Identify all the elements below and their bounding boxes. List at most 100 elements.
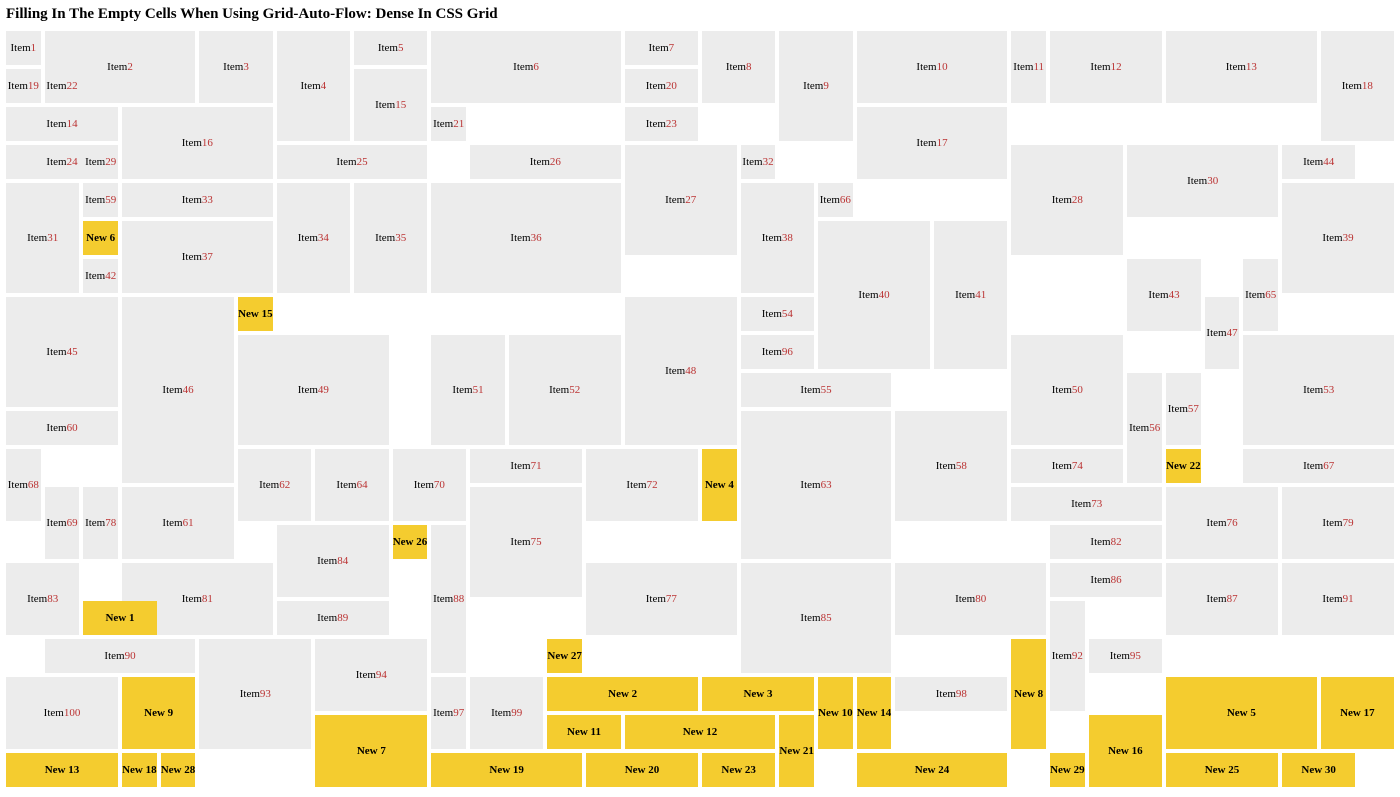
grid-item: Item 60 <box>6 411 118 445</box>
grid-item: Item 9 <box>779 31 852 141</box>
grid-item: Item 34 <box>277 183 350 293</box>
grid-item: Item 13 <box>1166 31 1317 103</box>
grid-item: Item 87 <box>1166 563 1278 635</box>
new-item: New 24 <box>857 753 1008 787</box>
grid-item: Item 96 <box>741 335 814 369</box>
grid-item: Item 83 <box>6 563 79 635</box>
grid-item: Item 18 <box>1321 31 1394 141</box>
grid-item: Item 100 <box>6 677 118 749</box>
grid-item: Item 21 <box>431 107 466 141</box>
new-item: New 14 <box>857 677 892 749</box>
grid-item: Item 8 <box>702 31 775 103</box>
grid-item: Item 54 <box>741 297 814 331</box>
grid-item: Item 94 <box>315 639 427 711</box>
grid-item: Item 36 <box>431 183 620 293</box>
grid-item: Item 39 <box>1282 183 1394 293</box>
grid-item: Item 72 <box>586 449 698 521</box>
grid-item: Item 53 <box>1243 335 1394 445</box>
new-item: New 15 <box>238 297 273 331</box>
grid-item: Item 10 <box>857 31 1008 103</box>
grid-item: Item 77 <box>586 563 737 635</box>
grid-item: Item 28 <box>1011 145 1123 255</box>
grid-item: Item 52 <box>509 335 621 445</box>
new-item: New 17 <box>1321 677 1394 749</box>
grid-item: Item 82 <box>1050 525 1162 559</box>
grid-item: Item 37 <box>122 221 273 293</box>
new-item: New 19 <box>431 753 582 787</box>
grid-item: Item 68 <box>6 449 41 521</box>
grid-item: Item 71 <box>470 449 582 483</box>
grid-item: Item 97 <box>431 677 466 749</box>
grid-item: Item 44 <box>1282 145 1355 179</box>
grid-item: Item 16 <box>122 107 273 179</box>
grid-item: Item 79 <box>1282 487 1394 559</box>
grid-item: Item 47 <box>1205 297 1240 369</box>
grid-item: Item 89 <box>277 601 389 635</box>
grid-item: Item 63 <box>741 411 892 559</box>
new-item: New 3 <box>702 677 814 711</box>
grid-item: Item 64 <box>315 449 388 521</box>
grid-item: Item 48 <box>625 297 737 445</box>
new-item: New 28 <box>161 753 196 787</box>
css-grid-demo: Item 1Item 2Item 3Item 4Item 5Item 6Item… <box>6 31 1394 787</box>
grid-item: Item 30 <box>1127 145 1278 217</box>
grid-item: Item 40 <box>818 221 930 369</box>
grid-item: Item 70 <box>393 449 466 521</box>
grid-item: Item 73 <box>1011 487 1162 521</box>
grid-item: Item 27 <box>625 145 737 255</box>
grid-item: Item 56 <box>1127 373 1162 483</box>
grid-item: Item 92 <box>1050 601 1085 711</box>
new-item: New 27 <box>547 639 582 673</box>
new-item: New 12 <box>625 715 776 749</box>
grid-item: Item 7 <box>625 31 698 65</box>
grid-item: Item 5 <box>354 31 427 65</box>
new-item: New 11 <box>547 715 620 749</box>
grid-item: Item 29 <box>83 145 118 179</box>
grid-item: Item 59 <box>83 183 118 217</box>
new-item: New 23 <box>702 753 775 787</box>
grid-item: Item 98 <box>895 677 1007 711</box>
grid-item: Item 26 <box>470 145 621 179</box>
grid-item: Item 86 <box>1050 563 1162 597</box>
grid-item: Item 14 <box>6 107 118 141</box>
grid-item: Item 22 <box>45 69 80 103</box>
new-item: New 18 <box>122 753 157 787</box>
grid-item: Item 49 <box>238 335 389 445</box>
grid-item: Item 15 <box>354 69 427 141</box>
grid-item: Item 75 <box>470 487 582 597</box>
new-item: New 2 <box>547 677 698 711</box>
grid-item: Item 85 <box>741 563 892 673</box>
grid-item: Item 6 <box>431 31 620 103</box>
new-item: New 1 <box>83 601 156 635</box>
grid-item: Item 99 <box>470 677 543 749</box>
grid-item: Item 11 <box>1011 31 1046 103</box>
grid-item: Item 4 <box>277 31 350 141</box>
grid-item: Item 76 <box>1166 487 1278 559</box>
grid-item: Item 88 <box>431 525 466 673</box>
grid-item: Item 42 <box>83 259 118 293</box>
grid-item: Item 91 <box>1282 563 1394 635</box>
grid-item: Item 65 <box>1243 259 1278 331</box>
new-item: New 26 <box>393 525 428 559</box>
grid-item: Item 41 <box>934 221 1007 369</box>
grid-item: Item 20 <box>625 69 698 103</box>
new-item: New 6 <box>83 221 118 255</box>
grid-item: Item 38 <box>741 183 814 293</box>
grid-item: Item 31 <box>6 183 79 293</box>
grid-item: Item 45 <box>6 297 118 407</box>
new-item: New 10 <box>818 677 853 749</box>
grid-item: Item 61 <box>122 487 234 559</box>
new-item: New 22 <box>1166 449 1201 483</box>
new-item: New 8 <box>1011 639 1046 749</box>
grid-item: Item 32 <box>741 145 776 179</box>
grid-item: Item 84 <box>277 525 389 597</box>
grid-item: Item 80 <box>895 563 1046 635</box>
grid-item: Item 93 <box>199 639 311 749</box>
grid-item: Item 66 <box>818 183 853 217</box>
grid-item: Item 51 <box>431 335 504 445</box>
grid-item: Item 95 <box>1089 639 1162 673</box>
grid-item: Item 58 <box>895 411 1007 521</box>
grid-item: Item 90 <box>45 639 196 673</box>
new-item: New 20 <box>586 753 698 787</box>
grid-item: Item 3 <box>199 31 272 103</box>
